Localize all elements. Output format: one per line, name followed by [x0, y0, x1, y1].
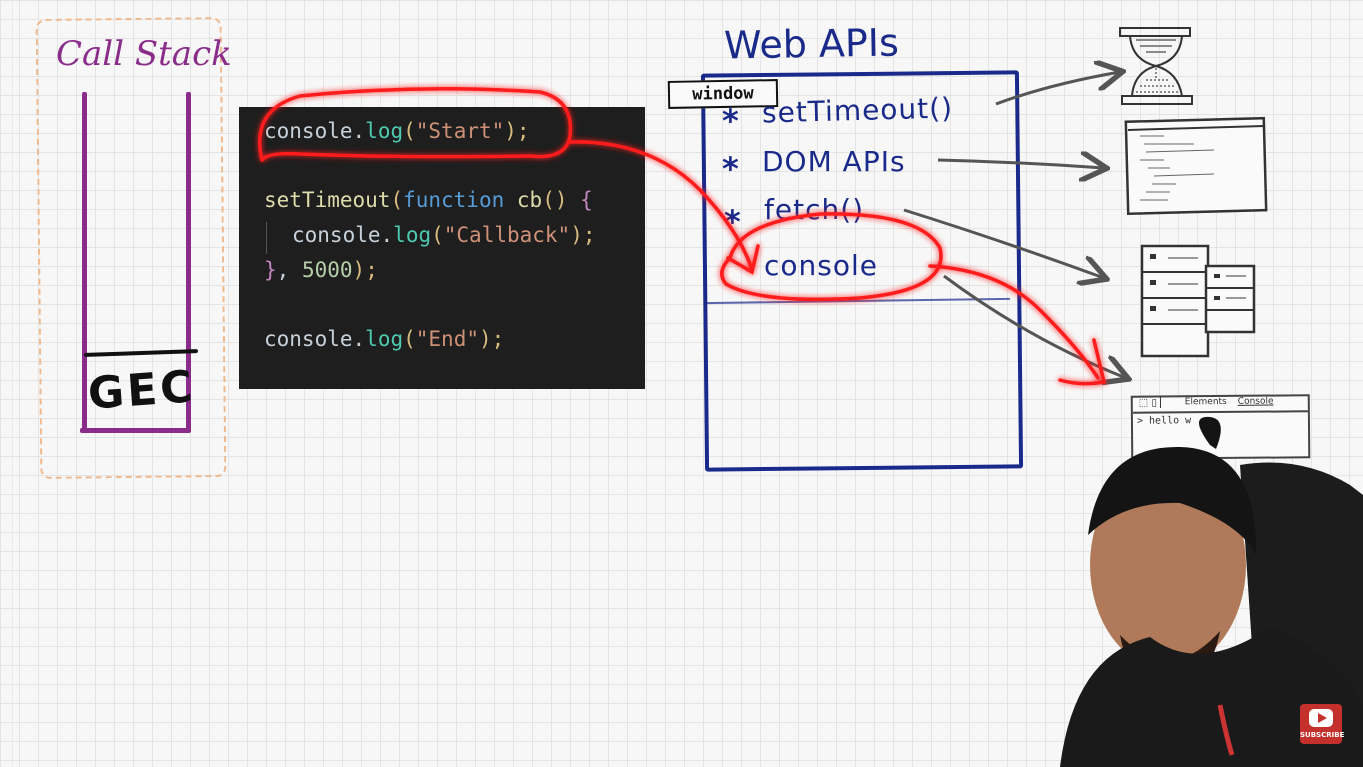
youtube-play-icon: [1309, 709, 1333, 727]
subscribe-label: SUBSCRIBE: [1300, 731, 1345, 739]
highlight-console-log-start: [257, 87, 573, 162]
arrow-dom-to-document: [937, 160, 1104, 168]
subscribe-button[interactable]: SUBSCRIBE: [1300, 704, 1345, 744]
arrow-settimeout-to-timer: [995, 72, 1120, 106]
highlight-arrow-to-console: [568, 140, 754, 272]
